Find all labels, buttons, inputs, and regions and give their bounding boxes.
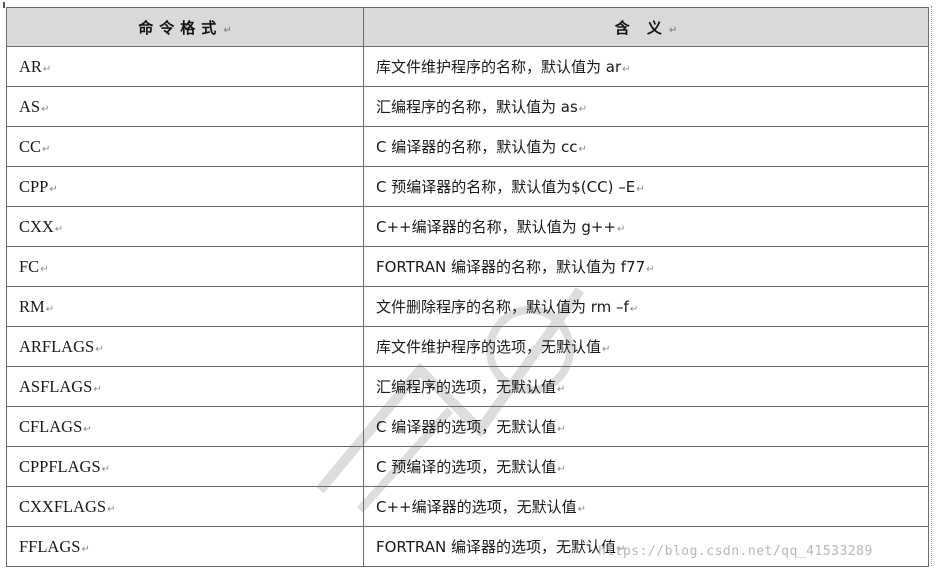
paragraph-mark-icon: ↵ xyxy=(617,224,626,235)
command-cell: RM↵ xyxy=(6,286,364,327)
meaning-text: C 预编译的选项，无默认值 xyxy=(376,458,557,476)
meaning-cell: C 预编译器的名称，默认值为$(CC) –E↵ xyxy=(363,166,929,207)
table-row: CXX↵ C++编译器的名称，默认值为 g++↵ xyxy=(6,206,929,247)
make-variables-table: 命令格式↵ 含 义↵ AR↵ 库文件维护程序的名称，默认值为 ar↵ AS↵ 汇编程序… xyxy=(6,7,929,567)
meaning-text: C 编译器的选项，无默认值 xyxy=(376,418,557,436)
command-text: AS xyxy=(19,96,41,116)
command-text: CPPFLAGS xyxy=(19,456,101,476)
meaning-cell: 库文件维护程序的选项，无默认值↵ xyxy=(363,326,929,367)
table-row: CPPFLAGS↵ C 预编译的选项，无默认值↵ xyxy=(6,446,929,487)
meaning-cell: 库文件维护程序的名称，默认值为 ar↵ xyxy=(363,46,929,87)
paragraph-mark-icon: ↵ xyxy=(81,543,90,555)
meaning-cell: C 编译器的名称，默认值为 cc↵ xyxy=(363,126,929,167)
command-cell: AS↵ xyxy=(6,86,364,127)
paragraph-mark-icon: ↵ xyxy=(101,463,111,475)
meaning-cell: C++编译器的选项，无默认值↵ xyxy=(363,486,929,527)
command-text: ARFLAGS xyxy=(19,336,95,356)
paragraph-mark-icon: ↵ xyxy=(42,143,51,155)
meaning-text: C++编译器的名称，默认值为 g++ xyxy=(376,218,617,236)
right-margin-rule xyxy=(931,6,935,566)
meaning-cell: C 编译器的选项，无默认值↵ xyxy=(363,406,929,447)
paragraph-mark-icon: ↵ xyxy=(557,424,566,435)
command-text: AR xyxy=(19,56,42,76)
command-cell: CFLAGS↵ xyxy=(6,406,364,447)
command-cell: ASFLAGS↵ xyxy=(6,366,364,407)
command-text: RM xyxy=(19,296,45,316)
meaning-text: 库文件维护程序的选项，无默认值 xyxy=(376,338,602,356)
paragraph-mark-icon: ↵ xyxy=(577,504,587,515)
command-cell: CPP↵ xyxy=(6,166,364,207)
source-url-watermark: https://blog.csdn.net/qq_41533289 xyxy=(598,544,873,559)
paragraph-mark-icon: ↵ xyxy=(54,223,64,235)
meaning-text: 汇编程序的选项，无默认值 xyxy=(376,378,557,396)
paragraph-mark-icon: ↵ xyxy=(41,103,50,115)
command-text: FC xyxy=(19,256,40,276)
paragraph-mark-icon: ↵ xyxy=(602,344,611,355)
meaning-text: FORTRAN 编译器的名称，默认值为 f77 xyxy=(376,258,646,276)
table-row: AS↵ 汇编程序的名称，默认值为 as↵ xyxy=(6,86,929,127)
meaning-text: C 编译器的名称，默认值为 cc xyxy=(376,138,578,156)
paragraph-mark-icon: ↵ xyxy=(636,184,645,195)
command-cell: CXX↵ xyxy=(6,206,364,247)
command-text: ASFLAGS xyxy=(19,376,93,396)
document-page: 命令格式↵ 含 义↵ AR↵ 库文件维护程序的名称，默认值为 ar↵ AS↵ 汇编程序… xyxy=(0,0,936,573)
table-row: ASFLAGS↵ 汇编程序的选项，无默认值↵ xyxy=(6,366,929,407)
paragraph-mark-icon: ↵ xyxy=(49,183,58,195)
paragraph-mark-icon: ↵ xyxy=(40,263,49,275)
meaning-text: C++编译器的选项，无默认值 xyxy=(376,498,577,516)
meaning-cell: 汇编程序的名称，默认值为 as↵ xyxy=(363,86,929,127)
meaning-cell: C 预编译的选项，无默认值↵ xyxy=(363,446,929,487)
meaning-text: 库文件维护程序的名称，默认值为 ar xyxy=(376,58,622,76)
paragraph-mark-icon: ↵ xyxy=(578,104,588,115)
meaning-text: 汇编程序的名称，默认值为 as xyxy=(376,98,578,116)
table-row: RM↵ 文件删除程序的名称，默认值为 rm –f↵ xyxy=(6,286,929,327)
table-row: AR↵ 库文件维护程序的名称，默认值为 ar↵ xyxy=(6,46,929,87)
paragraph-mark-icon: ↵ xyxy=(578,144,587,155)
command-cell: ARFLAGS↵ xyxy=(6,326,364,367)
command-text: CXXFLAGS xyxy=(19,496,107,516)
paragraph-mark-icon: ↵ xyxy=(83,423,92,435)
meaning-text: 文件删除程序的名称，默认值为 rm –f xyxy=(376,298,629,316)
paragraph-mark-icon: ↵ xyxy=(629,304,639,315)
table-header-row: 命令格式↵ 含 义↵ xyxy=(6,7,929,47)
meaning-text: FORTRAN 编译器的选项，无默认值 xyxy=(376,538,616,556)
command-cell: CXXFLAGS↵ xyxy=(6,486,364,527)
paragraph-mark-icon: ↵ xyxy=(93,383,102,395)
command-text: CC xyxy=(19,136,42,156)
command-text: CFLAGS xyxy=(19,416,83,436)
table-row: FC↵ FORTRAN 编译器的名称，默认值为 f77↵ xyxy=(6,246,929,287)
paragraph-mark-icon: ↵ xyxy=(107,503,116,515)
table-body: AR↵ 库文件维护程序的名称，默认值为 ar↵ AS↵ 汇编程序的名称，默认值为 as… xyxy=(6,46,929,567)
command-cell: FFLAGS↵ xyxy=(6,526,364,567)
header-meaning: 含 义↵ xyxy=(363,7,929,47)
table-row: ARFLAGS↵ 库文件维护程序的选项，无默认值↵ xyxy=(6,326,929,367)
command-cell: CPPFLAGS↵ xyxy=(6,446,364,487)
table-row: CXXFLAGS↵ C++编译器的选项，无默认值↵ xyxy=(6,486,929,527)
header-command-format: 命令格式↵ xyxy=(6,7,364,47)
table-row: CC↵ C 编译器的名称，默认值为 cc↵ xyxy=(6,126,929,167)
command-text: CXX xyxy=(19,216,54,236)
command-text: FFLAGS xyxy=(19,536,81,556)
meaning-cell: 文件删除程序的名称，默认值为 rm –f↵ xyxy=(363,286,929,327)
command-cell: AR↵ xyxy=(6,46,364,87)
command-cell: CC↵ xyxy=(6,126,364,167)
paragraph-mark-icon: ↵ xyxy=(42,63,52,75)
table-row: CPP↵ C 预编译器的名称，默认值为$(CC) –E↵ xyxy=(6,166,929,207)
table-row: CFLAGS↵ C 编译器的选项，无默认值↵ xyxy=(6,406,929,447)
paragraph-mark-icon: ↵ xyxy=(95,343,104,355)
corner-crop-mark xyxy=(3,2,5,8)
meaning-cell: 汇编程序的选项，无默认值↵ xyxy=(363,366,929,407)
command-cell: FC↵ xyxy=(6,246,364,287)
meaning-cell: C++编译器的名称，默认值为 g++↵ xyxy=(363,206,929,247)
meaning-cell: FORTRAN 编译器的名称，默认值为 f77↵ xyxy=(363,246,929,287)
command-text: CPP xyxy=(19,176,49,196)
paragraph-mark-icon: ↵ xyxy=(622,64,631,75)
paragraph-mark-icon: ↵ xyxy=(557,384,566,395)
meaning-text: C 预编译器的名称，默认值为$(CC) –E xyxy=(376,178,636,196)
paragraph-mark-icon: ↵ xyxy=(646,264,655,275)
paragraph-mark-icon: ↵ xyxy=(557,464,566,475)
paragraph-mark-icon: ↵ xyxy=(45,303,55,315)
